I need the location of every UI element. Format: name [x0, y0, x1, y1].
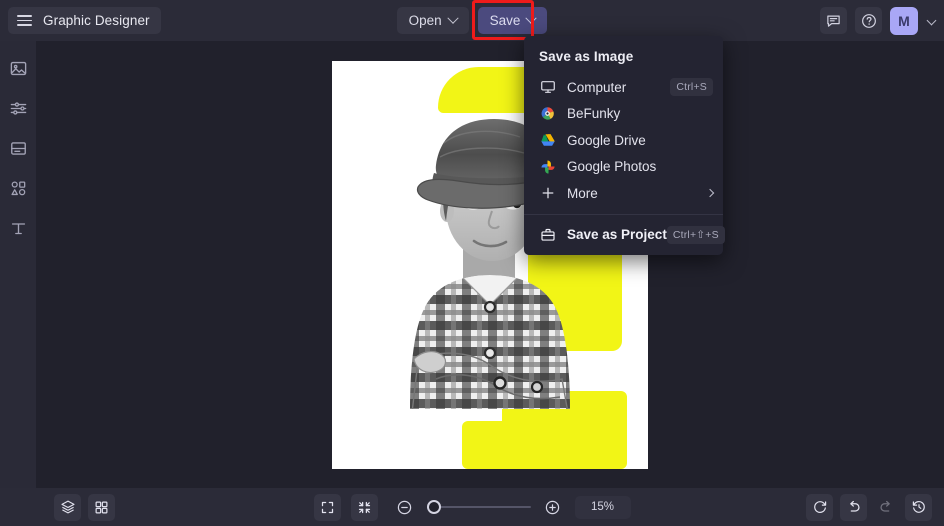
top-header: Graphic Designer Open Save M	[0, 0, 944, 41]
menu-item-label: BeFunky	[567, 106, 621, 122]
zoom-out-button[interactable]	[393, 495, 417, 519]
save-button[interactable]: Save	[477, 7, 548, 34]
fullscreen-button[interactable]	[313, 493, 341, 521]
chevron-down-icon	[525, 12, 538, 24]
shapes-icon	[10, 180, 25, 195]
shortcut-badge: Ctrl+⇧+S	[666, 225, 725, 244]
open-button[interactable]: Open	[396, 7, 469, 34]
header-center: Open Save	[0, 0, 944, 40]
sidebar-item-templates[interactable]	[3, 137, 33, 159]
menu-item-label: More	[567, 185, 598, 201]
app-root: Graphic Designer Open Save M Save as Ima…	[0, 0, 944, 526]
bottom-center-group: 15%	[0, 493, 944, 521]
google-drive-icon	[539, 132, 556, 149]
layout-icon	[10, 141, 26, 155]
monitor-icon	[539, 79, 556, 96]
menu-item-save-as-project[interactable]: Save as Project Ctrl+⇧+S	[524, 221, 725, 249]
shortcut-badge: Ctrl+S	[670, 78, 713, 97]
plus-icon	[539, 185, 556, 202]
expand-icon	[321, 501, 333, 513]
image-icon	[10, 61, 26, 75]
chevron-right-icon	[705, 189, 715, 198]
canvas-workspace[interactable]	[36, 41, 944, 488]
plus-circle-icon	[545, 500, 560, 514]
menu-item-label: Save as Project	[567, 227, 667, 242]
slider-knob[interactable]	[426, 500, 441, 514]
menu-heading: Save as Image	[539, 49, 634, 64]
redo-button[interactable]	[874, 495, 898, 519]
text-icon	[11, 222, 25, 234]
sidebar-item-edit[interactable]	[3, 97, 33, 119]
minus-circle-icon	[397, 500, 412, 514]
sidebar-item-graphics[interactable]	[3, 177, 33, 199]
save-dropdown-menu: Save as Image Computer Ctrl+S BeFunky Go…	[524, 36, 725, 255]
menu-item-label: Computer	[567, 79, 627, 95]
menu-item-label: Google Drive	[567, 132, 646, 148]
sidebar-item-image[interactable]	[3, 57, 33, 79]
menu-item-computer[interactable]: Computer Ctrl+S	[524, 74, 723, 101]
menu-item-label: Google Photos	[567, 159, 657, 175]
slider-track	[426, 506, 531, 508]
menu-item-google-drive[interactable]: Google Drive	[524, 127, 723, 154]
menu-item-more[interactable]: More	[524, 180, 723, 207]
chevron-down-icon	[446, 12, 459, 24]
save-button-label: Save	[489, 13, 521, 28]
sidebar-item-text[interactable]	[3, 217, 33, 239]
save-button-wrapper: Save	[471, 0, 548, 40]
collapse-icon	[358, 501, 370, 513]
briefcase-icon	[539, 226, 556, 243]
zoom-in-button[interactable]	[541, 495, 565, 519]
zoom-slider[interactable]	[426, 500, 531, 514]
menu-item-google-photos[interactable]: Google Photos	[524, 154, 723, 181]
bottom-toolbar: 15%	[0, 488, 944, 526]
sliders-icon	[10, 101, 26, 115]
open-button-label: Open	[408, 13, 442, 28]
menu-item-befunky[interactable]: BeFunky	[524, 101, 723, 128]
left-sidebar	[0, 41, 36, 526]
fit-to-screen-button[interactable]	[350, 493, 378, 521]
befunky-logo-icon	[539, 105, 556, 122]
google-photos-icon	[539, 158, 556, 175]
menu-divider	[524, 213, 723, 215]
redo-icon	[880, 500, 890, 512]
zoom-level-value[interactable]: 15%	[574, 495, 631, 519]
